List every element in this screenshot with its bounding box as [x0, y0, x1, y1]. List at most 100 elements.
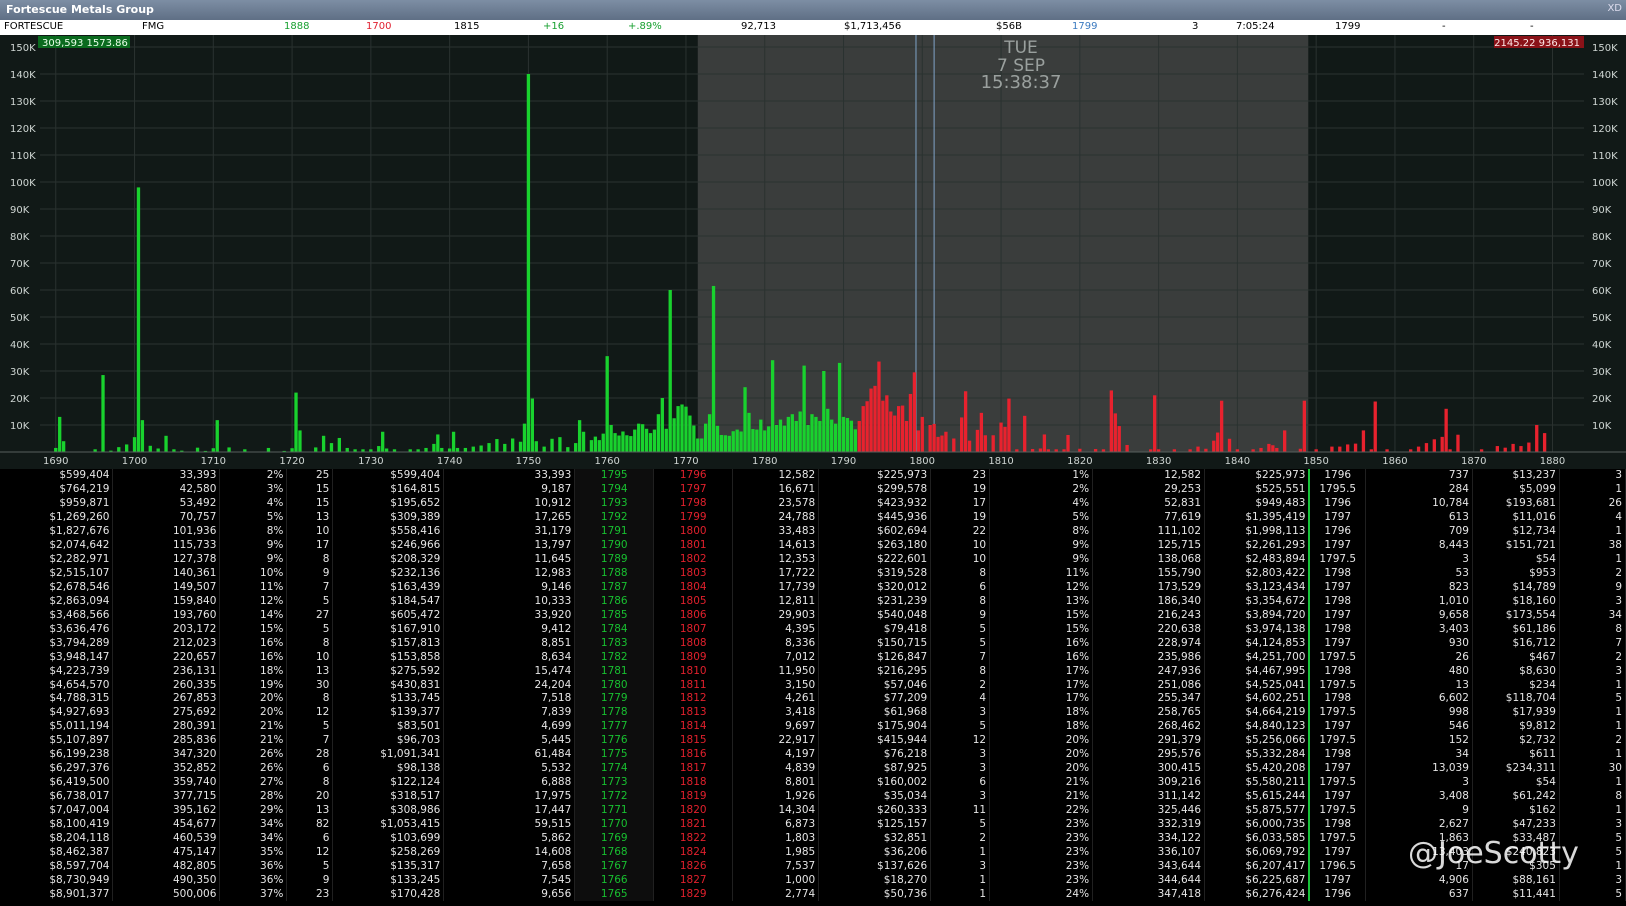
table-row[interactable]: $5,011,194 280,391 21% 5 $83,501 4,699 1777 181… — [0, 719, 1626, 734]
table-row[interactable]: $2,515,107 140,361 10% 9 $232,136 12,983 1788 1… — [0, 566, 1626, 581]
volume-at-price-chart[interactable]: 150K 150K 140K 140K 130K 130K 120K 120K 110K 110K… — [0, 35, 1626, 469]
table-row[interactable]: $8,204,118 460,539 34% 6 $103,699 5,862 1769 18… — [0, 831, 1626, 846]
table-cell: $5,875,577 — [1204, 803, 1311, 818]
table-cell: 16% — [989, 650, 1094, 665]
table-cell: 42,580 — [112, 482, 221, 497]
table-row[interactable]: $6,419,500 359,740 27% 8 $122,124 6,888 1773 18… — [0, 775, 1626, 790]
table-cell: 125,715 — [1092, 538, 1206, 553]
table-row[interactable]: $6,199,238 347,320 26% 28 $1,091,341 61,484 17… — [0, 747, 1626, 762]
table-cell: 1796 — [1309, 469, 1366, 483]
table-row[interactable]: $7,047,004 395,162 29% 13 $308,986 17,447 1771… — [0, 803, 1626, 818]
table-cell: 7,658 — [443, 859, 576, 874]
ask-price: 1700 — [366, 21, 392, 32]
table-row[interactable]: $8,730,949 490,350 36% 9 $133,245 7,545 1766 18… — [0, 873, 1626, 888]
depth-table[interactable]: $599,404 33,393 2% 25 $599,404 33,393 1795 1796… — [0, 469, 1626, 906]
table-cell: 2 — [1559, 650, 1626, 665]
y-tick-label-left: 100K — [10, 178, 36, 189]
sell-volume-bar — [885, 395, 889, 452]
table-row[interactable]: $1,827,676 101,936 8% 10 $558,416 31,179 1791 1… — [0, 524, 1626, 539]
sell-volume-bar — [1038, 448, 1043, 452]
table-cell: 454,677 — [112, 817, 221, 832]
table-cell: $423,932 — [818, 496, 932, 511]
sell-volume-bar — [928, 425, 932, 452]
table-cell: 101,936 — [112, 524, 221, 539]
table-row[interactable]: $8,901,377 500,006 37% 23 $170,428 9,656 1765 1… — [0, 887, 1626, 902]
buy-volume-bar — [558, 437, 562, 452]
table-row[interactable]: $599,404 33,393 2% 25 $599,404 33,393 1795 1796… — [0, 469, 1626, 483]
table-row[interactable]: $4,223,739 236,131 18% 13 $275,592 15,474 1781… — [0, 664, 1626, 679]
sell-volume-bar — [861, 406, 865, 452]
y-tick-label-left: 80K — [10, 232, 30, 243]
table-row[interactable]: $6,738,017 377,715 28% 20 $318,517 17,975 1772… — [0, 789, 1626, 804]
table-cell: $1,998,113 — [1204, 524, 1311, 539]
table-cell: $54 — [1472, 552, 1560, 567]
table-cell: $47,233 — [1472, 817, 1560, 832]
table-row[interactable]: $2,863,094 159,840 12% 5 $184,547 10,333 1786 1… — [0, 594, 1626, 609]
table-cell: 5 — [930, 719, 991, 734]
table-cell: $57,046 — [818, 678, 932, 692]
table-cell: $308,986 — [332, 803, 445, 818]
table-row[interactable]: $764,219 42,580 3% 15 $164,815 9,187 1794 1797 1… — [0, 482, 1626, 497]
security-code[interactable]: FMG — [142, 21, 164, 32]
table-row[interactable]: $3,636,476 203,172 15% 5 $167,910 9,412 1784 18… — [0, 622, 1626, 637]
buy-volume-bar — [676, 406, 680, 452]
table-cell: 5 — [930, 636, 991, 651]
table-cell: 1797.5 — [1309, 775, 1366, 790]
table-cell: 19% — [219, 678, 288, 692]
buy-volume-bar — [132, 437, 137, 452]
table-cell: 1800 — [653, 524, 734, 539]
table-row[interactable]: $8,462,387 475,147 35% 12 $258,269 14,608 1768… — [0, 845, 1626, 860]
table-row[interactable]: $2,678,546 149,507 11% 7 $163,439 9,146 1787 18… — [0, 580, 1626, 595]
table-row[interactable]: $2,282,971 127,378 9% 8 $208,329 11,645 1789 18… — [0, 552, 1626, 567]
table-cell: $151,721 — [1472, 538, 1560, 553]
table-cell: $6,419,500 — [0, 775, 114, 790]
table-cell: $320,012 — [818, 580, 932, 595]
table-row[interactable]: $3,948,147 220,657 16% 10 $153,858 8,634 1782 1… — [0, 650, 1626, 665]
table-cell: 8 — [286, 636, 334, 651]
table-cell: 1778 — [574, 705, 655, 720]
table-row[interactable]: $1,269,260 70,757 5% 13 $309,389 17,265 1792 17… — [0, 510, 1626, 525]
table-row[interactable]: $959,871 53,492 4% 15 $195,652 10,912 1793 1798… — [0, 496, 1626, 511]
table-cell: 1780 — [574, 678, 655, 692]
table-cell: 637 — [1365, 887, 1473, 902]
buy-volume-bar — [845, 417, 850, 452]
buy-volume-bar — [680, 404, 684, 452]
table-cell: 1769 — [574, 831, 655, 846]
table-row[interactable]: $8,597,704 482,805 36% 5 $135,317 7,658 1767 18… — [0, 859, 1626, 874]
table-row[interactable]: $2,074,642 115,733 9% 17 $246,966 13,797 1790 1… — [0, 538, 1626, 553]
table-cell: 7 — [286, 580, 334, 595]
sell-volume-bar — [940, 435, 944, 452]
table-cell: 155,790 — [1092, 566, 1206, 581]
table-cell: 5 — [1559, 887, 1626, 902]
sell-volume-bar — [960, 417, 964, 452]
buy-volume-bar — [707, 414, 712, 452]
table-row[interactable]: $4,654,570 260,335 19% 30 $430,831 24,204 1780… — [0, 678, 1626, 692]
table-row[interactable]: $4,927,693 275,692 20% 12 $139,377 7,839 1778 1… — [0, 705, 1626, 720]
buy-volume-bar — [830, 419, 834, 452]
table-row[interactable]: $3,468,566 193,760 14% 27 $605,472 33,920 1785… — [0, 608, 1626, 623]
table-row[interactable]: $8,100,419 454,677 34% 82 $1,053,415 59,515 17… — [0, 817, 1626, 832]
table-row[interactable]: $5,107,897 285,836 21% 7 $96,703 5,445 1776 181… — [0, 733, 1626, 748]
table-cell: 2% — [219, 469, 288, 483]
sell-volume-bar — [1444, 408, 1448, 452]
y-tick-label-left: 30K — [10, 367, 30, 378]
table-cell: 475,147 — [112, 845, 221, 860]
table-row[interactable]: $3,794,289 212,023 16% 8 $157,813 8,851 1783 18… — [0, 636, 1626, 651]
table-cell: 1795.5 — [1309, 482, 1366, 497]
table-row[interactable]: $4,788,315 267,853 20% 8 $133,745 7,518 1779 18… — [0, 692, 1626, 706]
table-cell: $953 — [1472, 566, 1560, 581]
table-cell: 5,445 — [443, 733, 576, 748]
table-cell: 8% — [989, 524, 1094, 539]
table-cell: $1,395,419 — [1204, 510, 1311, 525]
table-cell: 490,350 — [112, 873, 221, 888]
sell-volume-bar — [1125, 444, 1129, 452]
buy-volume-bar — [633, 429, 637, 452]
table-cell: 115,733 — [112, 538, 221, 553]
xd-button[interactable]: XD — [1607, 3, 1622, 14]
y-tick-label-right: 110K — [1592, 151, 1618, 162]
table-row[interactable]: $6,297,376 352,852 26% 6 $98,138 5,532 1774 181… — [0, 761, 1626, 776]
table-cell: 613 — [1365, 510, 1473, 525]
table-cell: 3 — [930, 705, 991, 720]
sell-volume-bar — [896, 406, 901, 452]
table-cell: 220,638 — [1092, 622, 1206, 637]
